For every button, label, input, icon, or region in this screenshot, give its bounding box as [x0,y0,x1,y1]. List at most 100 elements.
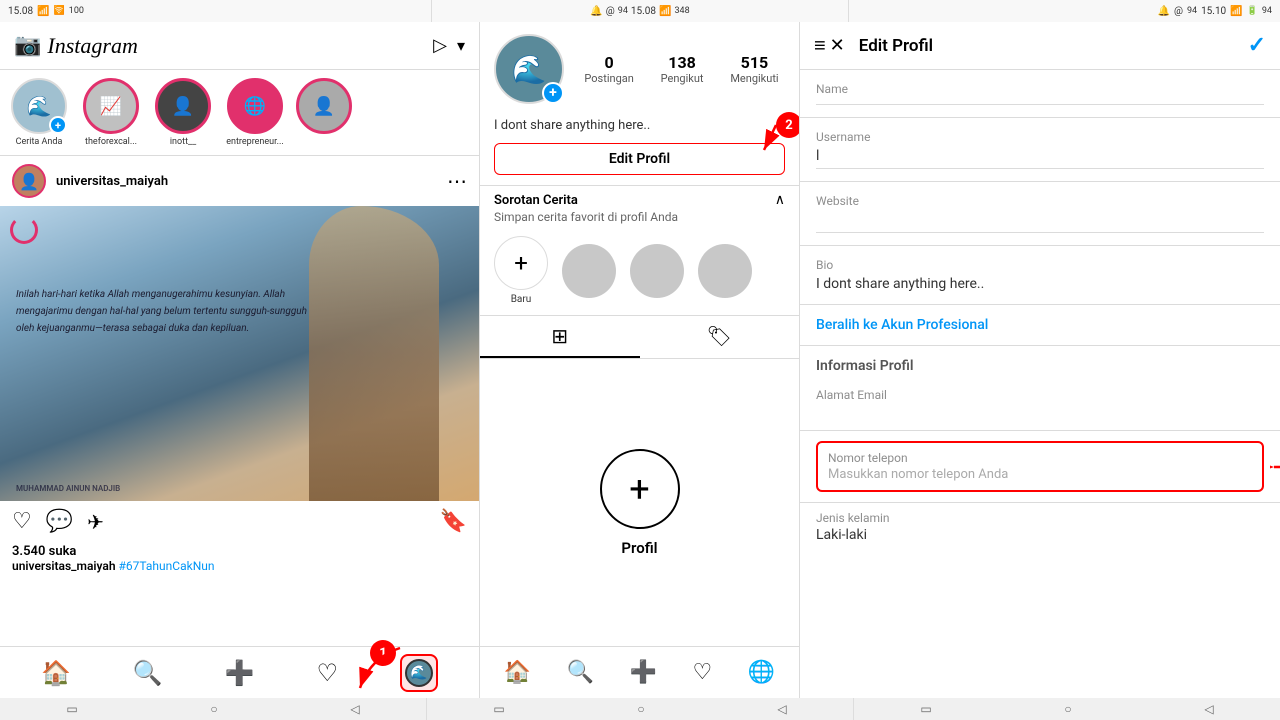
nav-gesture-triangle-mid[interactable]: ◁ [777,702,786,716]
story-item-4[interactable]: 🌐 entrepreneur... [224,78,286,147]
post-username[interactable]: universitas_maiyah [56,174,447,189]
filter-icon[interactable]: ▷ [433,35,447,56]
comment-icon[interactable]: 💬 [46,509,73,534]
nav-gesture-square-left[interactable]: ▭ [66,702,77,716]
tab-grid[interactable]: ⊞ [480,316,640,358]
username-field: Username l [800,118,1280,182]
loading-indicator [10,216,38,244]
ig-header: 📷 Instagram ▷ ▾ [0,22,479,70]
save-icon[interactable]: 🔖 [440,509,467,534]
arrow-2 [750,120,790,156]
stat-pengikut: 138 Pengikut [661,53,704,85]
watermark: MUHAMMAD AINUN NADJIB [16,484,120,493]
home-indicator-right: ▭ ○ ◁ [854,698,1280,720]
nav-home-icon[interactable]: 🏠 [41,659,71,687]
caption-hashtag[interactable]: #67TahunCakNun [119,559,215,573]
post-actions: ♡ 💬 ✈ 🔖 [0,501,479,542]
bottom-nav-left: 🏠 🔍 ➕ ♡ 🌊 1 [0,646,479,698]
nav-mid-home[interactable]: 🏠 [504,660,531,685]
nav-mid-add[interactable]: ➕ [630,660,657,685]
stat-postingan-number: 0 [605,53,614,72]
nav-gesture-triangle-left[interactable]: ◁ [350,702,359,716]
nav-search-icon[interactable]: 🔍 [133,659,163,687]
gender-value[interactable]: Laki-laki [816,527,1264,543]
status-bar-left: 15.08 📶 🛜 100 [0,0,431,22]
name-value[interactable] [816,100,1264,105]
highlight-circle-3[interactable] [698,244,752,298]
like-icon[interactable]: ♡ [12,509,32,534]
website-value[interactable] [816,212,1264,233]
phone-field-wrapper[interactable]: Nomor telepon Masukkan nomor telepon And… [816,441,1264,492]
story-label: Cerita Anda [16,137,63,147]
post-header: 👤 universitas_maiyah ⋯ [0,156,479,206]
post-quote-text: Inilah hari-hari ketika Allah menganuger… [16,286,319,337]
status-bar-center: 🔔 @ 94 15.08 📶 348 [431,0,848,22]
profile-avatar[interactable]: 🌊 + [494,34,564,104]
bio-label: Bio [816,258,1264,272]
phone-label: Nomor telepon [828,451,1252,465]
likes-count: 3.540 suka [12,544,467,559]
stories-row: 🌊 + Cerita Anda 📈 theforexcal... 👤 inott… [0,70,479,156]
post-info: 3.540 suka universitas_maiyah #67TahunCa… [0,542,479,577]
highlight-circle-1[interactable] [562,244,616,298]
story-item-2[interactable]: 📈 theforexcal... [80,78,142,147]
story-label-3: inott__ [170,137,196,147]
camera-icon[interactable]: 📷 [14,33,41,58]
nav-gesture-circle-right[interactable]: ○ [1064,702,1071,716]
brand-name: Instagram [47,33,433,59]
left-phone-feed: 📷 Instagram ▷ ▾ 🌊 + Cerita Anda 📈 [0,22,480,698]
bio-value[interactable]: I dont share anything here.. [816,276,1264,292]
nav-gesture-triangle-right[interactable]: ◁ [1204,702,1213,716]
nav-gesture-circle-left[interactable]: ○ [210,702,217,716]
check-icon[interactable]: ✓ [1248,33,1266,58]
stat-mengikuti: 515 Mengikuti [730,53,778,85]
website-label: Website [816,194,1264,208]
highlight-add-label: Baru [511,294,532,305]
bottom-nav-middle: 🏠 🔍 ➕ ♡ 🌐 [480,646,799,698]
home-indicator-left: ▭ ○ ◁ [0,698,427,720]
professional-link[interactable]: Beralih ke Akun Profesional [800,305,1280,346]
story-item-3[interactable]: 👤 inott__ [152,78,214,147]
gender-label: Jenis kelamin [816,511,1264,525]
nav-mid-activity[interactable]: ♡ [693,660,713,685]
dropdown-icon[interactable]: ▾ [457,36,465,55]
nav-activity-icon[interactable]: ♡ [317,659,339,687]
email-value[interactable] [816,404,1264,420]
close-icon[interactable]: ✕ [830,35,845,56]
tab-tagged[interactable]: 🏷 [640,316,800,358]
stat-mengikuti-number: 515 [741,53,769,72]
stat-postingan: 0 Postingan [584,53,633,85]
phone-placeholder[interactable]: Masukkan nomor telepon Anda [828,467,1252,482]
info-profile-section: Informasi Profil [800,346,1280,388]
add-post-area: + Profil [480,359,799,646]
caption-username[interactable]: universitas_maiyah [12,559,116,573]
nav-gesture-square-right[interactable]: ▭ [920,702,931,716]
add-post-button[interactable]: + [600,449,680,529]
nav-mid-profile[interactable]: 🌐 [748,660,775,685]
highlight-circle-2[interactable] [630,244,684,298]
username-value[interactable]: l [816,148,1264,169]
nav-add-icon[interactable]: ➕ [225,659,255,687]
status-bar-right: 🔔 @ 94 15.10 📶 🔋 94 [849,0,1280,22]
nav-gesture-circle-mid[interactable]: ○ [637,702,644,716]
gender-section: Jenis kelamin Laki-laki [800,502,1280,551]
highlight-add[interactable]: + Baru [494,236,548,305]
highlights-title: Sorotan Cerita [494,193,578,208]
website-field: Website [800,182,1280,246]
story-item-5[interactable]: 👤 [296,78,352,147]
post-avatar: 👤 [12,164,46,198]
nav-mid-search[interactable]: 🔍 [567,660,594,685]
arrow-3 [1270,457,1280,477]
arrow-1 [340,638,420,698]
edit-profile-button[interactable]: Edit Profil 2 [494,143,785,175]
post-more-icon[interactable]: ⋯ [447,169,467,193]
post-caption: universitas_maiyah #67TahunCakNun [12,559,467,573]
highlights-chevron[interactable]: ∧ [775,192,785,208]
right-phone-edit: ≡ ✕ Edit Profil ✓ Name Username l Websit… [800,22,1280,698]
story-item-own[interactable]: 🌊 + Cerita Anda [8,78,70,147]
home-indicator-center: ▭ ○ ◁ [427,698,854,720]
nav-gesture-square-mid[interactable]: ▭ [493,702,504,716]
profile-tabs: ⊞ 🏷 [480,315,799,359]
menu-icon[interactable]: ≡ [814,33,826,58]
share-icon[interactable]: ✈ [87,510,104,534]
